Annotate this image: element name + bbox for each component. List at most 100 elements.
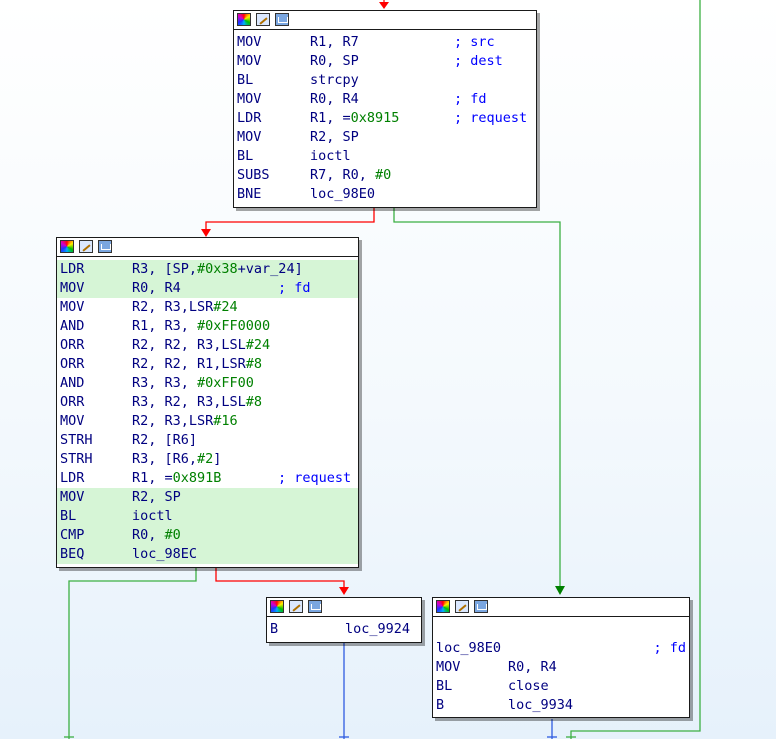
operands: R1, =0x891B bbox=[132, 470, 222, 486]
mnemonic: LDR bbox=[237, 110, 262, 126]
instruction-line[interactable]: MOV R0, R4 ; fd bbox=[57, 279, 358, 298]
instruction-line[interactable]: loc_98E0 ; fd bbox=[433, 639, 689, 658]
block-lines: LDR R3, [SP,#0x38+var_24] MOV R0, R4; fd MOV… bbox=[57, 257, 358, 564]
graph-overview-icon[interactable] bbox=[98, 240, 112, 253]
rename-icon[interactable] bbox=[79, 240, 93, 253]
instruction-line[interactable]: Bloc_9934 bbox=[433, 696, 689, 715]
operands: R3, [SP,#0x38+var_24] bbox=[132, 261, 303, 277]
mnemonic: BL bbox=[237, 72, 254, 88]
mnemonic: MOV bbox=[60, 280, 85, 296]
instruction-line[interactable]: SUBS R7, R0, #0 bbox=[234, 166, 536, 185]
operands: R2, R2, R1,LSR#8 bbox=[132, 356, 263, 372]
operands: R1, =0x8915 bbox=[310, 110, 400, 126]
block-lines: Bloc_9924 bbox=[267, 617, 421, 639]
instruction-line[interactable]: ORR R2, R2, R1,LSR#8 bbox=[57, 355, 358, 374]
comment: ; fd bbox=[454, 91, 487, 107]
mnemonic: loc_98E0 bbox=[436, 640, 502, 656]
comment: ; fd bbox=[278, 280, 311, 296]
mnemonic: SUBS bbox=[237, 167, 270, 183]
comment: ; request bbox=[454, 110, 528, 126]
operands: R1, R3, #0xFF0000 bbox=[132, 318, 271, 334]
comment: ; request bbox=[278, 470, 352, 486]
operands: R3, R3, #0xFF00 bbox=[132, 375, 254, 391]
mnemonic: BNE bbox=[237, 186, 262, 202]
mnemonic: ORR bbox=[60, 337, 85, 353]
instruction-line[interactable]: Bloc_9924 bbox=[267, 620, 421, 639]
operands: R0, R4 bbox=[508, 659, 557, 675]
instruction-line[interactable]: BL close bbox=[433, 677, 689, 696]
block-lines: loc_98E0 ; fd MOV R0, R4 BL close Bloc_9934 bbox=[433, 617, 689, 715]
instruction-line[interactable]: MOV R1, R7 ; src bbox=[234, 33, 536, 52]
mnemonic: AND bbox=[60, 375, 85, 391]
arrow-head-icon bbox=[339, 587, 349, 595]
instruction-line[interactable]: BL strcpy bbox=[234, 71, 536, 90]
arrow-head-icon bbox=[379, 2, 389, 9]
comment: ; fd bbox=[653, 640, 686, 656]
code-block-top[interactable]: MOV R1, R7; src MOV R0, SP; dest BL strcpy MOV… bbox=[233, 10, 537, 208]
mnemonic: ORR bbox=[60, 394, 85, 410]
instruction-line[interactable]: MOV R2, SP bbox=[57, 488, 358, 507]
edge-top-to-right bbox=[393, 207, 561, 588]
operands: R2, R3,LSR#24 bbox=[132, 299, 238, 315]
comment: ; src bbox=[454, 34, 495, 50]
instruction-line[interactable]: BNE loc_98E0 bbox=[234, 185, 536, 204]
instruction-line[interactable]: LDR R3, [SP,#0x38+var_24] bbox=[57, 260, 358, 279]
code-block-right[interactable]: loc_98E0 ; fd MOV R0, R4 BL close Bloc_9934 bbox=[432, 597, 690, 718]
instruction-line[interactable]: MOV R2, R3,LSR#16 bbox=[57, 412, 358, 431]
instruction-line[interactable] bbox=[433, 620, 689, 639]
operands: R2, R2, R3,LSL#24 bbox=[132, 337, 271, 353]
instruction-line[interactable]: MOV R2, SP bbox=[234, 128, 536, 147]
code-block-small[interactable]: Bloc_9924 bbox=[266, 597, 422, 643]
graph-overview-icon[interactable] bbox=[275, 13, 289, 26]
operands: R0, #0 bbox=[132, 527, 181, 543]
operands: R3, R2, R3,LSL#8 bbox=[132, 394, 263, 410]
mnemonic: MOV bbox=[436, 659, 461, 675]
color-palette-icon[interactable] bbox=[270, 600, 284, 613]
mnemonic: BL bbox=[237, 148, 254, 164]
instruction-line[interactable]: MOV R0, R4 bbox=[433, 658, 689, 677]
instruction-line[interactable]: LDR R1, =0x8915 ; request bbox=[234, 109, 536, 128]
instruction-line[interactable]: BEQ loc_98EC bbox=[57, 545, 358, 564]
instruction-line[interactable]: CMP R0, #0 bbox=[57, 526, 358, 545]
instruction-line[interactable]: MOV R0, R4 ; fd bbox=[234, 90, 536, 109]
operands: R2, R3,LSR#16 bbox=[132, 413, 238, 429]
operands: R7, R0, #0 bbox=[310, 167, 392, 183]
rename-icon[interactable] bbox=[289, 600, 303, 613]
operands: R2, SP bbox=[310, 129, 359, 145]
color-palette-icon[interactable] bbox=[237, 13, 251, 26]
operands: R2, SP bbox=[132, 489, 181, 505]
graph-overview-icon[interactable] bbox=[474, 600, 488, 613]
rename-icon[interactable] bbox=[256, 13, 270, 26]
mnemonic: BL bbox=[436, 678, 453, 694]
instruction-line[interactable]: MOV R2, R3,LSR#24 bbox=[57, 298, 358, 317]
operands: R2, [R6] bbox=[132, 432, 198, 448]
instruction-line[interactable]: BL ioctl bbox=[57, 507, 358, 526]
code-block-middle[interactable]: LDR R3, [SP,#0x38+var_24] MOV R0, R4; fd MOV… bbox=[56, 237, 359, 568]
block-lines: MOV R1, R7; src MOV R0, SP; dest BL strcpy MOV… bbox=[234, 30, 536, 204]
graph-overview-icon[interactable] bbox=[308, 600, 322, 613]
instruction-line[interactable]: LDR R1, =0x891B ; request bbox=[57, 469, 358, 488]
mnemonic: B bbox=[270, 621, 279, 637]
block-titlebar bbox=[234, 11, 536, 30]
instruction-line[interactable]: ORR R2, R2, R3,LSL#24 bbox=[57, 336, 358, 355]
rename-icon[interactable] bbox=[455, 600, 469, 613]
instruction-line[interactable]: STRH R2, [R6] bbox=[57, 431, 358, 450]
instruction-line[interactable]: AND R3, R3, #0xFF00 bbox=[57, 374, 358, 393]
instruction-line[interactable]: MOV R0, SP ; dest bbox=[234, 52, 536, 71]
instruction-line[interactable]: ORR R3, R2, R3,LSL#8 bbox=[57, 393, 358, 412]
instruction-line[interactable]: STRH R3, [R6,#2] bbox=[57, 450, 358, 469]
mnemonic: MOV bbox=[237, 91, 262, 107]
color-palette-icon[interactable] bbox=[60, 240, 74, 253]
mnemonic: LDR bbox=[60, 261, 85, 277]
operands: close bbox=[508, 678, 549, 694]
instruction-line[interactable]: AND R1, R3, #0xFF0000 bbox=[57, 317, 358, 336]
color-palette-icon[interactable] bbox=[436, 600, 450, 613]
instruction-line[interactable]: BL ioctl bbox=[234, 147, 536, 166]
mnemonic: MOV bbox=[237, 129, 262, 145]
block-titlebar bbox=[57, 238, 358, 257]
mnemonic: STRH bbox=[60, 432, 93, 448]
arrow-head-icon bbox=[201, 229, 211, 237]
edge-top-to-middle bbox=[205, 207, 375, 232]
mnemonic: B bbox=[436, 697, 445, 713]
block-titlebar bbox=[433, 598, 689, 617]
